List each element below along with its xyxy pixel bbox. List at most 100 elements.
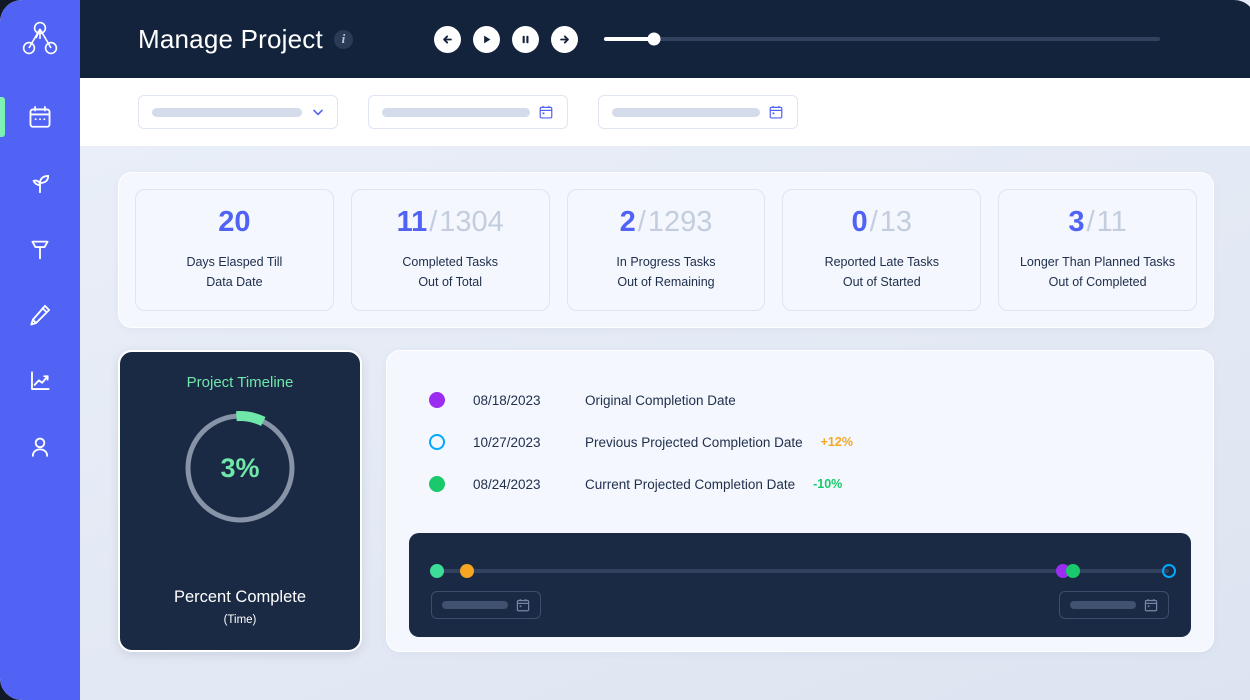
kpi-label-line1: Reported Late Tasks	[825, 253, 939, 272]
project-select[interactable]	[138, 95, 338, 129]
title-block: Manage Project i	[138, 24, 353, 55]
chevron-down-icon	[310, 104, 326, 120]
kpi-label-line1: Days Elasped Till	[186, 253, 282, 272]
previous-completion-marker[interactable]	[1162, 564, 1176, 578]
kpi-value: 0	[852, 206, 868, 238]
percent-complete-label: Percent Complete	[120, 588, 360, 607]
kpi-separator: /	[1087, 206, 1095, 238]
calendar-icon	[768, 104, 784, 120]
strip-start-date-value	[442, 601, 508, 609]
completion-delta: -10%	[813, 477, 842, 491]
kpi-label: In Progress Tasks Out of Remaining	[616, 253, 715, 292]
kpi-total: 13	[880, 206, 912, 238]
calendar-icon	[1143, 597, 1159, 613]
sidebar-item-hammer[interactable]	[0, 226, 80, 272]
kpi-label-line2: Data Date	[186, 273, 282, 292]
info-icon[interactable]: i	[334, 30, 353, 49]
sidebar-item-account[interactable]	[0, 424, 80, 470]
kpi-total: 11	[1097, 206, 1127, 238]
strip-end-date-input[interactable]	[1059, 591, 1169, 619]
percent-complete-caption: Percent Complete (Time)	[120, 588, 360, 650]
active-indicator	[0, 295, 5, 335]
sidebar-item-analytics[interactable]	[0, 358, 80, 404]
kpi-value-group: 0/13	[852, 208, 912, 237]
kpi-total: 1304	[439, 206, 504, 238]
kpi-value-group: 11/1304	[397, 208, 504, 237]
filter-bar	[80, 78, 1250, 146]
current-completion-marker[interactable]	[1066, 564, 1080, 578]
timeline-strip	[409, 533, 1191, 637]
step-back-button[interactable]	[434, 26, 461, 53]
kpi-value-group: 2/1293	[620, 208, 713, 237]
top-bar: Manage Project i	[80, 0, 1250, 78]
play-button[interactable]	[473, 26, 500, 53]
sidebar-item-calendar[interactable]	[0, 94, 80, 140]
list-item: 08/18/2023 Original Completion Date	[429, 379, 1191, 421]
completion-dates-list: 08/18/2023 Original Completion Date 10/2…	[409, 379, 1191, 505]
project-timeline-card: Project Timeline 3% Percent Complete (Ti…	[118, 350, 362, 652]
kpi-label-line1: In Progress Tasks	[616, 253, 715, 272]
previous-completion-marker-icon	[429, 434, 445, 450]
kpi-card: 2/1293 In Progress Tasks Out of Remainin…	[567, 189, 766, 311]
sidebar-item-pencil[interactable]	[0, 292, 80, 338]
arrow-right-circle-icon	[556, 31, 573, 48]
planned-start-marker[interactable]	[460, 564, 474, 578]
active-indicator	[0, 427, 5, 467]
completion-dates-card: 08/18/2023 Original Completion Date 10/2…	[386, 350, 1214, 652]
percent-complete-donut: 3%	[181, 409, 299, 527]
start-date-input[interactable]	[368, 95, 568, 129]
completion-date: 08/24/2023	[473, 477, 585, 492]
sidebar-nav	[0, 94, 80, 470]
chart-line-icon	[27, 368, 53, 394]
playback-controls	[434, 26, 578, 53]
progress-handle[interactable]	[647, 33, 660, 46]
project-timeline-title: Project Timeline	[187, 374, 294, 391]
arrow-left-circle-icon	[439, 31, 456, 48]
kpi-label-line1: Completed Tasks	[402, 253, 498, 272]
timeline-progress-slider[interactable]	[604, 31, 1160, 47]
step-forward-button[interactable]	[551, 26, 578, 53]
current-start-marker[interactable]	[430, 564, 444, 578]
page-title: Manage Project	[138, 24, 323, 55]
app-logo[interactable]	[0, 0, 80, 78]
completion-date: 10/27/2023	[473, 435, 585, 450]
app-window: Manage Project i	[0, 0, 1250, 700]
calendar-icon	[27, 104, 53, 130]
user-icon	[27, 434, 53, 460]
list-item: 10/27/2023 Previous Projected Completion…	[429, 421, 1191, 463]
hammer-icon	[27, 236, 53, 262]
kpi-label: Completed Tasks Out of Total	[402, 253, 498, 292]
lower-row: Project Timeline 3% Percent Complete (Ti…	[118, 350, 1214, 700]
kpi-label: Longer Than Planned Tasks Out of Complet…	[1020, 253, 1175, 292]
sidebar	[0, 0, 80, 700]
kpi-label-line2: Out of Remaining	[616, 273, 715, 292]
end-date-input[interactable]	[598, 95, 798, 129]
progress-track	[604, 37, 1160, 41]
triangle-nodes-logo-icon	[18, 17, 62, 61]
kpi-value: 3	[1068, 206, 1084, 238]
progress-fill	[604, 37, 654, 41]
completion-label: Original Completion Date	[585, 393, 736, 408]
pause-circle-icon	[517, 31, 534, 48]
kpi-label: Days Elasped Till Data Date	[186, 253, 282, 292]
kpi-value: 2	[620, 206, 636, 238]
start-date-value	[382, 108, 530, 117]
sprout-icon	[27, 170, 53, 196]
sidebar-item-sprout[interactable]	[0, 160, 80, 206]
strip-start-date-input[interactable]	[431, 591, 541, 619]
play-circle-icon	[478, 31, 495, 48]
completion-label: Previous Projected Completion Date	[585, 435, 803, 450]
pause-button[interactable]	[512, 26, 539, 53]
calendar-icon	[515, 597, 531, 613]
kpi-label: Reported Late Tasks Out of Started	[825, 253, 939, 292]
strip-end-date-value	[1070, 601, 1136, 609]
active-indicator	[0, 163, 5, 203]
kpi-card: 11/1304 Completed Tasks Out of Total	[351, 189, 550, 311]
kpi-card: 0/13 Reported Late Tasks Out of Started	[782, 189, 981, 311]
kpi-label-line2: Out of Total	[402, 273, 498, 292]
completion-label: Current Projected Completion Date	[585, 477, 795, 492]
end-date-value	[612, 108, 760, 117]
main-area: Manage Project i	[80, 0, 1250, 700]
kpi-separator: /	[870, 206, 878, 238]
kpi-value: 11	[397, 206, 428, 238]
